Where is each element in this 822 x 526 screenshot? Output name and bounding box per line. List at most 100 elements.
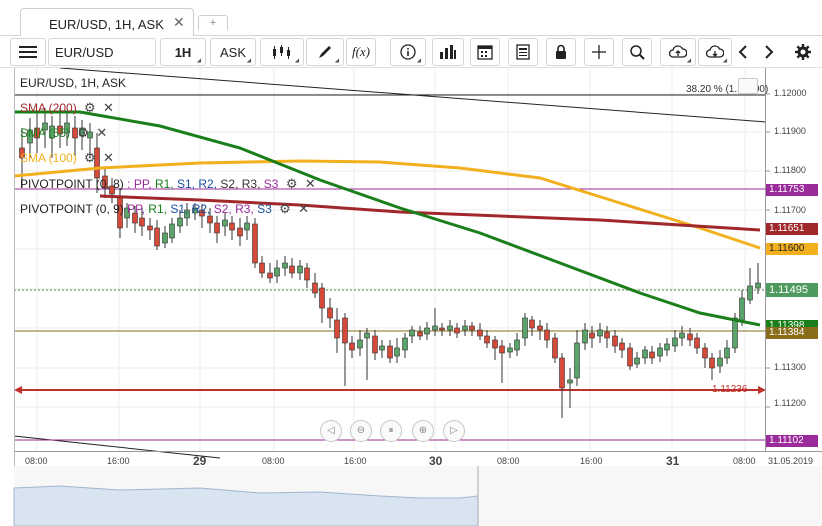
chart-area[interactable]: EUR/USD, 1H, ASK 38.20 % (1.12000) SMA (… [0,68,822,526]
candle-body [574,342,580,379]
candle-body [222,219,228,227]
zoom-in-button[interactable]: ⊕ [412,420,434,442]
candle-body [597,329,603,337]
time-tick: 08:00 [497,456,520,466]
scroll-back-button[interactable]: ◁ [320,420,342,442]
candle-body [252,223,258,264]
gear-icon[interactable]: ⚙ [77,125,89,140]
maximize-button[interactable] [738,78,758,94]
zoom-icon [630,45,645,60]
candle-body [544,329,550,341]
gear-icon[interactable]: ⚙ [286,176,298,191]
download-button[interactable] [698,38,732,66]
reset-view-button[interactable]: ⏸ [380,420,402,442]
add-tab-button[interactable]: + [198,15,228,30]
time-tick-date: 31.05.2019 [768,456,814,466]
scroll-forward-button[interactable]: ▷ [443,420,465,442]
close-icon[interactable]: ✕ [96,125,107,140]
indicators-button[interactable]: f(x) [346,38,376,66]
candle-body [177,217,183,227]
candle-body [627,347,633,367]
side-selector[interactable]: ASK [210,38,256,66]
time-tick-day: 31 [666,454,680,468]
time-tick-day: 30 [429,454,443,468]
info-button[interactable] [390,38,426,66]
crosshair-button[interactable] [584,38,614,66]
close-icon[interactable]: ✕ [103,100,114,115]
trendline-lower[interactable] [13,435,221,459]
time-tick: 08:00 [25,456,48,466]
candle-body [657,347,663,357]
candle-body [604,331,610,339]
sma-55-line[interactable] [14,110,761,327]
hamburger-icon [19,46,37,58]
upload-button[interactable] [660,38,696,66]
pivot-2-r1: R1, [148,202,167,216]
candle-body [237,227,243,237]
menu-button[interactable] [10,38,46,66]
candle-body [724,347,730,359]
drawing-tools-button[interactable] [306,38,344,66]
zoom-out-button[interactable]: ⊖ [350,420,372,442]
time-tick: 16:00 [344,456,367,466]
period-selector[interactable]: 1H [160,38,206,66]
gear-icon[interactable]: ⚙ [279,201,291,216]
candle-body [529,319,535,329]
candle-body [747,285,753,301]
candle-body [702,347,708,359]
price-tag-current: 1.11495 [766,283,818,297]
pivot-1-s1: S1, [177,177,196,191]
candle-body [552,337,558,359]
legend-pivot-1[interactable]: PIVOTPOINT (0, 8) : PP, R1, S1, R2, S2, … [20,176,316,192]
chart-grid [14,68,765,451]
close-icon[interactable]: ✕ [173,14,185,31]
pivot-2-s3: S3 [257,202,272,216]
close-icon[interactable]: ✕ [305,176,316,191]
price-tag-r1: 1.11753 [766,184,818,196]
legend-pivot-2[interactable]: PIVOTPOINT (0, 9) PP, R1, S1, R2, S2, R3… [20,201,309,217]
lock-button[interactable] [546,38,576,66]
scroll-right-button[interactable] [758,38,780,66]
pivot-1-s2: S2, [220,177,239,191]
time-tick: 16:00 [107,456,130,466]
candle-body [364,332,370,339]
gear-icon[interactable]: ⚙ [84,100,96,115]
candle-body [342,317,348,344]
candle-body [229,222,235,231]
candle-body [492,339,498,349]
tab-bar: EUR/USD, 1H, ASK ✕ + [0,0,822,36]
scroll-left-button[interactable] [732,38,754,66]
tab-chart[interactable]: EUR/USD, 1H, ASK ✕ [20,8,194,36]
price-tick: 1.11800 [774,165,806,175]
candle-body [154,227,160,247]
news-button[interactable] [508,38,538,66]
calendar-button[interactable] [470,38,500,66]
candle-body [739,297,745,321]
pivot-1-r2: R2, [198,177,218,191]
candle-body [274,267,280,277]
candle-body [634,357,640,365]
close-icon[interactable]: ✕ [298,201,309,216]
legend-sma-55[interactable]: SMA (55) ⚙ ✕ [20,125,107,141]
candle-body [244,222,250,231]
pivot-1-sep: : [127,177,131,191]
legend-sma-200[interactable]: SMA (200) ⚙ ✕ [20,100,114,116]
gear-icon[interactable]: ⚙ [84,150,96,165]
volume-button[interactable] [432,38,464,66]
chart-type-button[interactable] [260,38,304,66]
candlesticks [19,108,761,418]
candle-body [259,262,265,274]
zoom-button[interactable] [622,38,652,66]
legend-sma-100[interactable]: SMA (100) ⚙ ✕ [20,150,114,166]
close-icon[interactable]: ✕ [103,150,114,165]
price-tag-sma100: 1.11600 [766,243,818,255]
candle-body [484,335,490,344]
period-label: 1H [174,44,192,60]
candle-body [679,332,685,339]
settings-button[interactable] [790,38,816,66]
chart-app: EUR/USD, 1H, ASK ✕ + EUR/USD 1H ASK f(x) [0,0,822,526]
symbol-selector[interactable]: EUR/USD [48,38,156,66]
candle-body [424,327,430,335]
pivot-1-pp: PP, [133,177,152,191]
candle-body [559,357,565,389]
